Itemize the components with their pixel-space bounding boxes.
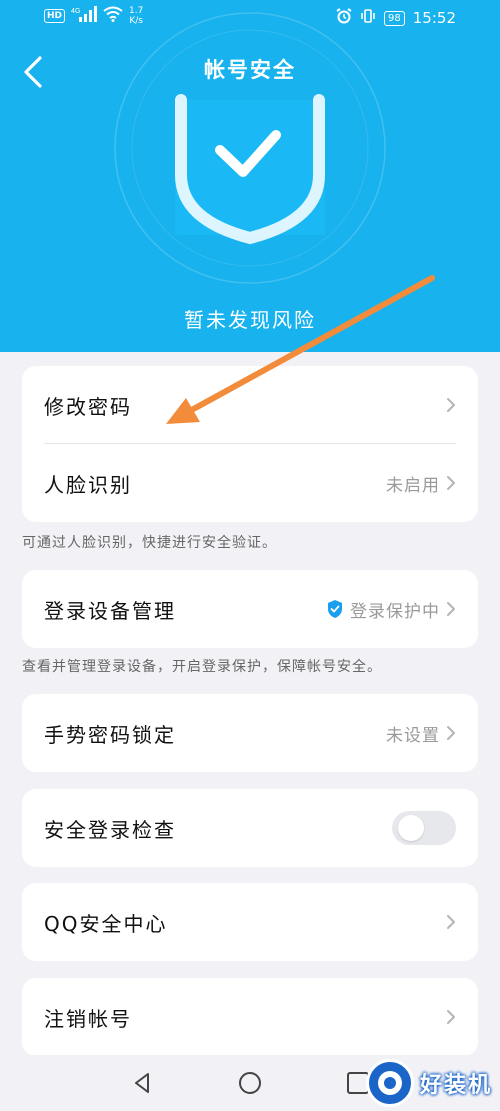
face-recognition-note: 可通过人脸识别，快捷进行安全验证。 [22, 535, 277, 551]
speed-unit: K/s [129, 16, 143, 26]
qq-security-card: QQ安全中心 [22, 883, 478, 961]
page-title: 帐号安全 [204, 58, 296, 82]
vibrate-icon [360, 8, 376, 28]
wifi-icon [103, 6, 123, 26]
nav-home-icon[interactable] [236, 1069, 264, 1097]
face-recognition-label: 人脸识别 [44, 472, 132, 497]
gesture-lock-label: 手势密码锁定 [44, 722, 176, 747]
device-protection-status: 登录保护中 [350, 601, 440, 622]
device-management-note: 查看并管理登录设备，开启登录保护，保障帐号安全。 [22, 659, 382, 675]
shield-badge-icon [328, 600, 342, 618]
chevron-right-icon [447, 726, 455, 740]
gesture-lock-card: 手势密码锁定 未设置 [22, 694, 478, 772]
nav-back-icon[interactable] [128, 1069, 156, 1097]
deactivate-account-label: 注销帐号 [44, 1006, 132, 1031]
chevron-right-icon [447, 1010, 455, 1024]
change-password-label: 修改密码 [44, 394, 132, 419]
face-recognition-row[interactable]: 人脸识别 未启用 [22, 444, 478, 522]
safe-login-label: 安全登录检查 [44, 817, 176, 842]
risk-status-text: 暂未发现风险 [184, 308, 316, 332]
speed-value: 1.7 [129, 6, 144, 16]
signal-icon: 4G [71, 6, 98, 26]
watermark: 好装机 [365, 1058, 492, 1108]
battery-indicator: 98 [384, 10, 405, 26]
hd-badge: HD [44, 9, 66, 23]
clock: 15:52 [412, 9, 456, 27]
device-management-row[interactable]: 登录设备管理 登录保护中 [22, 570, 478, 648]
watermark-logo-icon [365, 1059, 414, 1107]
watermark-text: 好装机 [419, 1073, 492, 1098]
change-password-row[interactable]: 修改密码 [22, 366, 478, 444]
header-banner: HD 4G 1.7 K/s 98 15:52 帐号安全 暂未发现风险 [0, 0, 500, 352]
safe-login-toggle[interactable] [392, 811, 456, 845]
title-bar: 帐号安全 [0, 40, 500, 100]
network-speed: 1.7 K/s [129, 6, 143, 26]
chevron-right-icon [447, 915, 455, 929]
chevron-right-icon [447, 476, 455, 490]
face-recognition-status: 未启用 [386, 475, 440, 496]
deactivate-card: 注销帐号 [22, 978, 478, 1056]
network-type: 4G [71, 8, 80, 15]
gesture-lock-status: 未设置 [386, 725, 440, 746]
deactivate-account-row[interactable]: 注销帐号 [22, 978, 478, 1056]
device-management-label: 登录设备管理 [44, 598, 176, 623]
alarm-icon [336, 8, 352, 28]
chevron-right-icon [447, 398, 455, 412]
safe-login-row: 安全登录检查 [22, 789, 478, 867]
toggle-knob [398, 815, 424, 841]
password-face-card: 修改密码 人脸识别 未启用 [22, 366, 478, 522]
qq-security-center-label: QQ安全中心 [44, 911, 168, 936]
qq-security-center-row[interactable]: QQ安全中心 [22, 883, 478, 961]
chevron-right-icon [447, 602, 455, 616]
safe-login-card: 安全登录检查 [22, 789, 478, 867]
device-management-card: 登录设备管理 登录保护中 [22, 570, 478, 648]
gesture-lock-row[interactable]: 手势密码锁定 未设置 [22, 694, 478, 772]
status-bar: HD 4G 1.7 K/s 98 15:52 [0, 0, 500, 36]
